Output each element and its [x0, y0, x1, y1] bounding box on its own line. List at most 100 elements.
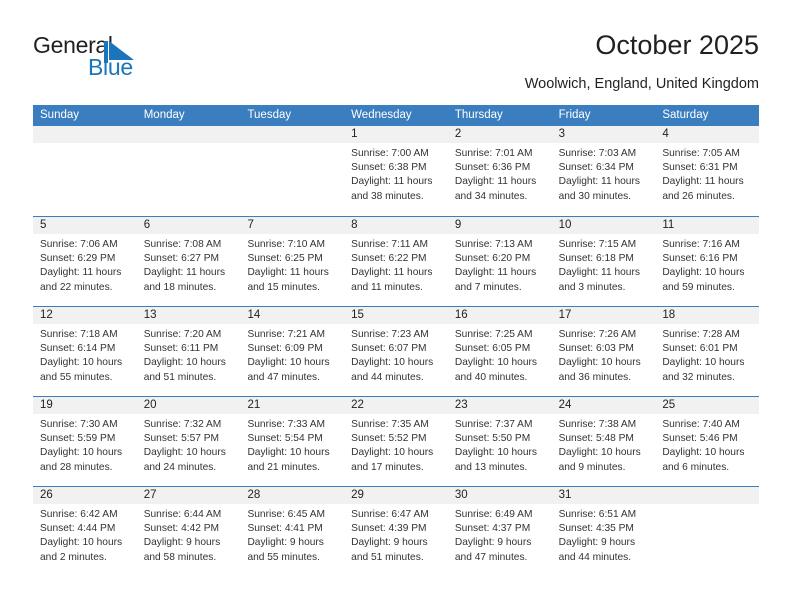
sunset-text: Sunset: 6:07 PM — [351, 343, 427, 355]
location-subtitle: Woolwich, England, United Kingdom — [524, 76, 759, 92]
calendar-day-cell[interactable]: 16 Sunrise: 7:25 AM Sunset: 6:05 PM Dayligh… — [447, 307, 552, 396]
calendar-day-cell-empty — [240, 126, 345, 216]
calendar-day-cell[interactable]: 5 Sunrise: 7:06 AM Sunset: 6:29 PM Daylight… — [33, 217, 137, 306]
calendar-day-cell[interactable]: 23 Sunrise: 7:37 AM Sunset: 5:50 PM Dayligh… — [447, 397, 552, 486]
day-details: Sunrise: 7:03 AM Sunset: 6:34 PM Daylight:… — [552, 143, 656, 204]
calendar-day-cell[interactable]: 2 Sunrise: 7:01 AM Sunset: 6:36 PM Daylight… — [447, 126, 552, 216]
sunset-text: Sunset: 6:14 PM — [40, 343, 116, 355]
calendar-day-cell[interactable]: 6 Sunrise: 7:08 AM Sunset: 6:27 PM Daylight… — [136, 217, 241, 306]
sunset-text: Sunset: 4:35 PM — [558, 523, 634, 535]
day-number: 22 — [344, 397, 448, 414]
sunrise-text: Sunrise: 6:42 AM — [40, 509, 118, 520]
sunset-text: Sunset: 6:36 PM — [454, 162, 531, 174]
sunrise-text: Sunrise: 7:06 AM — [40, 239, 118, 250]
calendar-day-cell[interactable]: 19 Sunrise: 7:30 AM Sunset: 5:59 PM Dayligh… — [33, 397, 137, 486]
calendar-day-cell[interactable]: 15 Sunrise: 7:23 AM Sunset: 6:07 PM Dayligh… — [344, 307, 448, 396]
sunrise-text: Sunrise: 7:25 AM — [454, 329, 533, 340]
day-details: Sunrise: 7:20 AM Sunset: 6:11 PM Daylight:… — [137, 324, 241, 385]
day-number: 28 — [240, 487, 345, 504]
calendar-day-cell[interactable]: 14 Sunrise: 7:21 AM Sunset: 6:09 PM Dayligh… — [240, 307, 345, 396]
daylight-text-line1: Daylight: 11 hours — [351, 176, 433, 188]
calendar-week-row: 26 Sunrise: 6:42 AM Sunset: 4:44 PM Dayligh… — [33, 486, 760, 576]
calendar-day-cell[interactable]: 9 Sunrise: 7:13 AM Sunset: 6:20 PM Daylight… — [447, 217, 552, 306]
calendar-day-cell[interactable]: 31 Sunrise: 6:51 AM Sunset: 4:35 PM Dayligh… — [551, 487, 656, 576]
day-number: 15 — [344, 307, 448, 324]
weekday-header-tuesday: Tuesday — [247, 109, 292, 121]
sunset-text: Sunset: 6:22 PM — [351, 253, 427, 265]
sunset-text: Sunset: 5:48 PM — [558, 433, 634, 445]
calendar-day-cell[interactable]: 11 Sunrise: 7:16 AM Sunset: 6:16 PM Dayligh… — [655, 217, 760, 306]
day-details: Sunrise: 7:28 AM Sunset: 6:01 PM Daylight:… — [655, 324, 759, 385]
sunrise-text: Sunrise: 7:33 AM — [247, 419, 326, 430]
day-number: 6 — [136, 217, 241, 234]
sunrise-text: Sunrise: 7:03 AM — [558, 148, 637, 159]
daylight-text-line1: Daylight: 9 hours — [247, 537, 324, 549]
calendar-day-cell[interactable]: 28 Sunrise: 6:45 AM Sunset: 4:41 PM Dayligh… — [240, 487, 345, 576]
sunset-text: Sunset: 6:09 PM — [247, 343, 323, 355]
daylight-text-line2: and 26 minutes. — [662, 190, 735, 202]
sunset-text: Sunset: 5:59 PM — [40, 433, 116, 445]
weekday-header-row: Sunday Monday Tuesday Wednesday Thursday Frid… — [33, 105, 759, 126]
calendar-day-cell[interactable]: 12 Sunrise: 7:18 AM Sunset: 6:14 PM Dayligh… — [33, 307, 137, 396]
calendar-day-cell[interactable]: 8 Sunrise: 7:11 AM Sunset: 6:22 PM Daylight… — [344, 217, 448, 306]
daylight-text-line1: Daylight: 10 hours — [558, 357, 641, 369]
day-number: 8 — [344, 217, 448, 234]
calendar-day-cell[interactable]: 25 Sunrise: 7:40 AM Sunset: 5:46 PM Dayligh… — [655, 397, 760, 486]
calendar-day-cell[interactable]: 24 Sunrise: 7:38 AM Sunset: 5:48 PM Dayligh… — [551, 397, 656, 486]
general-blue-logo: General Blue — [33, 34, 213, 86]
calendar-day-cell[interactable]: 17 Sunrise: 7:26 AM Sunset: 6:03 PM Dayligh… — [551, 307, 656, 396]
daylight-text-line1: Daylight: 10 hours — [40, 537, 123, 549]
day-details: Sunrise: 7:11 AM Sunset: 6:22 PM Daylight:… — [344, 234, 448, 295]
sunrise-text: Sunrise: 7:38 AM — [558, 419, 637, 430]
calendar-day-cell[interactable]: 26 Sunrise: 6:42 AM Sunset: 4:44 PM Dayligh… — [33, 487, 137, 576]
calendar-day-cell[interactable]: 29 Sunrise: 6:47 AM Sunset: 4:39 PM Dayligh… — [344, 487, 448, 576]
day-number: 12 — [33, 307, 137, 324]
daylight-text-line2: and 18 minutes. — [143, 281, 217, 293]
daylight-text-line2: and 7 minutes. — [454, 281, 522, 293]
calendar-day-cell[interactable]: 20 Sunrise: 7:32 AM Sunset: 5:57 PM Dayligh… — [136, 397, 241, 486]
sunrise-text: Sunrise: 6:45 AM — [247, 509, 326, 520]
calendar-day-cell[interactable]: 1 Sunrise: 7:00 AM Sunset: 6:38 PM Daylight… — [344, 126, 448, 216]
sunset-text: Sunset: 4:37 PM — [454, 523, 531, 535]
sunrise-text: Sunrise: 7:05 AM — [662, 148, 740, 159]
daylight-text-line2: and 36 minutes. — [558, 371, 632, 383]
day-number — [33, 126, 137, 143]
daylight-text-line1: Daylight: 10 hours — [454, 447, 537, 459]
calendar-day-cell[interactable]: 27 Sunrise: 6:44 AM Sunset: 4:42 PM Dayligh… — [136, 487, 241, 576]
daylight-text-line2: and 40 minutes. — [454, 371, 528, 383]
daylight-text-line1: Daylight: 10 hours — [40, 357, 123, 369]
day-number: 4 — [655, 126, 760, 143]
daylight-text-line1: Daylight: 11 hours — [143, 267, 226, 279]
day-number: 19 — [33, 397, 137, 414]
sunset-text: Sunset: 6:34 PM — [558, 162, 634, 174]
calendar-day-cell[interactable]: 21 Sunrise: 7:33 AM Sunset: 5:54 PM Dayligh… — [240, 397, 345, 486]
calendar-day-cell[interactable]: 13 Sunrise: 7:20 AM Sunset: 6:11 PM Dayligh… — [136, 307, 241, 396]
sunset-text: Sunset: 6:01 PM — [662, 343, 738, 355]
calendar-day-cell[interactable]: 4 Sunrise: 7:05 AM Sunset: 6:31 PM Daylight… — [655, 126, 760, 216]
daylight-text-line1: Daylight: 11 hours — [351, 267, 433, 279]
calendar-day-cell[interactable]: 3 Sunrise: 7:03 AM Sunset: 6:34 PM Daylight… — [551, 126, 656, 216]
daylight-text-line2: and 32 minutes. — [662, 371, 735, 383]
calendar-day-cell[interactable]: 10 Sunrise: 7:15 AM Sunset: 6:18 PM Dayligh… — [551, 217, 656, 306]
day-number — [136, 126, 241, 143]
daylight-text-line2: and 28 minutes. — [40, 461, 113, 473]
calendar-day-cell[interactable]: 22 Sunrise: 7:35 AM Sunset: 5:52 PM Dayligh… — [344, 397, 448, 486]
daylight-text-line2: and 38 minutes. — [351, 190, 424, 202]
sunset-text: Sunset: 6:11 PM — [143, 343, 219, 355]
calendar-day-cell[interactable]: 7 Sunrise: 7:10 AM Sunset: 6:25 PM Daylight… — [240, 217, 345, 306]
daylight-text-line2: and 44 minutes. — [351, 371, 424, 383]
sunrise-text: Sunrise: 7:32 AM — [143, 419, 222, 430]
day-details: Sunrise: 7:16 AM Sunset: 6:16 PM Daylight:… — [655, 234, 759, 295]
sunrise-text: Sunrise: 7:01 AM — [454, 148, 533, 159]
day-number: 21 — [240, 397, 345, 414]
weekday-header-sunday: Sunday — [40, 109, 80, 121]
daylight-text-line2: and 30 minutes. — [558, 190, 632, 202]
day-details: Sunrise: 7:30 AM Sunset: 5:59 PM Daylight:… — [33, 414, 137, 475]
sunrise-text: Sunrise: 7:20 AM — [143, 329, 222, 340]
sunset-text: Sunset: 4:42 PM — [143, 523, 220, 535]
day-number: 13 — [136, 307, 241, 324]
day-number: 23 — [447, 397, 552, 414]
calendar-day-cell[interactable]: 18 Sunrise: 7:28 AM Sunset: 6:01 PM Dayligh… — [655, 307, 760, 396]
daylight-text-line1: Daylight: 10 hours — [247, 357, 330, 369]
calendar-day-cell[interactable]: 30 Sunrise: 6:49 AM Sunset: 4:37 PM Dayligh… — [447, 487, 552, 576]
